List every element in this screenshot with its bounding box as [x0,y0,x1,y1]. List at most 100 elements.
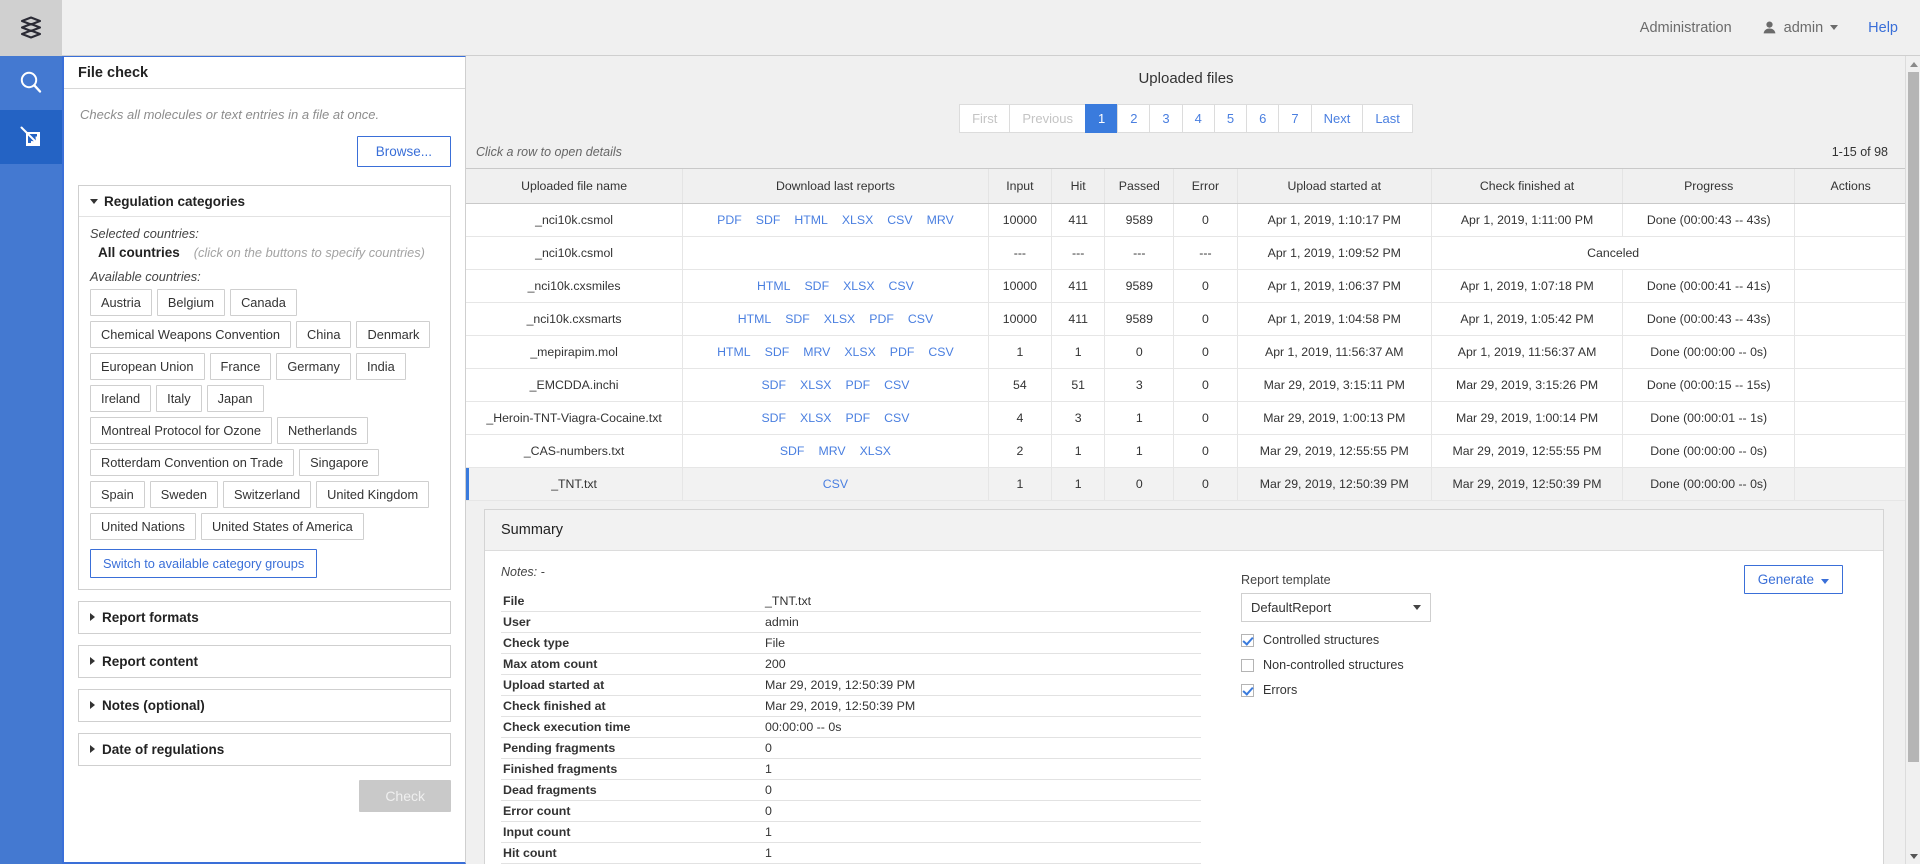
browse-button[interactable]: Browse... [357,136,451,167]
report-option-row[interactable]: Errors [1241,683,1867,697]
report-link[interactable]: SDF [761,411,786,425]
accordion-header-report-formats[interactable]: Report formats [79,602,450,633]
country-chip[interactable]: Italy [156,385,201,412]
column-header[interactable]: Passed [1105,169,1174,204]
sidebar-item-single-check[interactable] [0,56,62,110]
report-link[interactable]: XLSX [843,279,874,293]
country-chip[interactable]: United Kingdom [316,481,429,508]
country-chip[interactable]: Rotterdam Convention on Trade [90,449,294,476]
report-template-select[interactable]: DefaultReport [1241,593,1431,622]
table-row[interactable]: _Heroin-TNT-Viagra-Cocaine.txtSDFXLSXPDF… [466,402,1906,435]
report-link[interactable]: MRV [803,345,830,359]
report-link[interactable]: CSV [884,378,909,392]
table-row[interactable]: _EMCDDA.inchiSDFXLSXPDFCSV545130Mar 29, … [466,369,1906,402]
country-chip[interactable]: Spain [90,481,145,508]
column-header[interactable]: Hit [1052,169,1105,204]
country-chip[interactable]: China [296,321,351,348]
column-header[interactable]: Upload started at [1237,169,1431,204]
report-link[interactable]: XLSX [824,312,855,326]
pagination-last[interactable]: Last [1362,104,1413,133]
checkbox[interactable] [1241,634,1254,647]
table-row[interactable]: _CAS-numbers.txtSDFMRVXLSX2110Mar 29, 20… [466,435,1906,468]
column-header[interactable]: Error [1174,169,1237,204]
scroll-down-button[interactable] [1906,848,1920,864]
report-link[interactable]: HTML [738,312,771,326]
report-link[interactable]: XLSX [860,444,891,458]
report-link[interactable]: CSV [884,411,909,425]
column-header[interactable]: Check finished at [1432,169,1623,204]
country-chip[interactable]: United Nations [90,513,196,540]
pagination-page-6[interactable]: 6 [1246,104,1278,133]
country-chip[interactable]: Montreal Protocol for Ozone [90,417,272,444]
generate-button[interactable]: Generate [1744,565,1843,594]
report-link[interactable]: CSV [887,213,912,227]
check-button[interactable]: Check [359,780,451,812]
report-link[interactable]: SDF [804,279,829,293]
country-chip[interactable]: European Union [90,353,205,380]
checkbox[interactable] [1241,684,1254,697]
country-chip[interactable]: Chemical Weapons Convention [90,321,291,348]
pagination-page-3[interactable]: 3 [1149,104,1181,133]
column-header[interactable]: Uploaded file name [466,169,683,204]
scrollbar-thumb[interactable] [1908,72,1919,762]
report-link[interactable]: XLSX [844,345,875,359]
country-chip[interactable]: Singapore [299,449,379,476]
report-option-row[interactable]: Non-controlled structures [1241,658,1867,672]
report-link[interactable]: XLSX [842,213,873,227]
accordion-header-date-of-regulations[interactable]: Date of regulations [79,734,450,765]
table-row[interactable]: _nci10k.csmolPDFSDFHTMLXLSXCSVMRV1000041… [466,204,1906,237]
report-link[interactable]: MRV [927,213,954,227]
help-link[interactable]: Help [1868,20,1898,36]
report-link[interactable]: PDF [869,312,894,326]
pagination-page-1[interactable]: 1 [1085,104,1117,133]
report-link[interactable]: CSV [908,312,933,326]
checkbox[interactable] [1241,659,1254,672]
administration-link[interactable]: Administration [1640,20,1732,36]
table-row[interactable]: _nci10k.cxsmartsHTMLSDFXLSXPDFCSV1000041… [466,303,1906,336]
country-chip[interactable]: United States of America [201,513,364,540]
report-link[interactable]: SDF [761,378,786,392]
country-chip[interactable]: Japan [207,385,264,412]
country-chip[interactable]: Switzerland [223,481,311,508]
scroll-up-button[interactable] [1906,56,1920,72]
table-row[interactable]: _nci10k.csmol------------Apr 1, 2019, 1:… [466,237,1906,270]
report-link[interactable]: SDF [780,444,805,458]
report-link[interactable]: HTML [717,345,750,359]
report-link[interactable]: HTML [794,213,827,227]
pagination-next[interactable]: Next [1311,104,1363,133]
user-menu[interactable]: admin [1762,20,1839,36]
pagination-page-4[interactable]: 4 [1182,104,1214,133]
report-link[interactable]: PDF [846,411,871,425]
report-link[interactable]: PDF [890,345,915,359]
table-row[interactable]: _mepirapim.molHTMLSDFMRVXLSXPDFCSV1100Ap… [466,336,1906,369]
accordion-header-regulation-categories[interactable]: Regulation categories [79,186,450,217]
column-header[interactable]: Progress [1623,169,1795,204]
report-link[interactable]: SDF [765,345,790,359]
country-chip[interactable]: Belgium [157,289,225,316]
report-link[interactable]: HTML [757,279,790,293]
accordion-header-report-content[interactable]: Report content [79,646,450,677]
report-link[interactable]: CSV [823,477,848,491]
country-chip[interactable]: Austria [90,289,152,316]
country-chip[interactable]: France [210,353,272,380]
column-header[interactable]: Input [988,169,1051,204]
report-link[interactable]: XLSX [800,378,831,392]
table-row[interactable]: _nci10k.cxsmilesHTMLSDFXLSXCSV1000041195… [466,270,1906,303]
pagination-page-2[interactable]: 2 [1117,104,1149,133]
country-chip[interactable]: Sweden [150,481,218,508]
switch-category-groups-button[interactable]: Switch to available category groups [90,549,317,578]
country-chip[interactable]: Netherlands [277,417,368,444]
report-link[interactable]: PDF [846,378,871,392]
column-header[interactable]: Actions [1795,169,1906,204]
page-scrollbar[interactable] [1905,56,1920,864]
report-option-row[interactable]: Controlled structures [1241,633,1867,647]
country-chip[interactable]: Denmark [356,321,430,348]
report-link[interactable]: PDF [717,213,742,227]
report-link[interactable]: MRV [818,444,845,458]
sidebar-item-file-check[interactable] [0,110,62,164]
country-chip[interactable]: Canada [230,289,297,316]
report-link[interactable]: CSV [928,345,953,359]
report-link[interactable]: SDF [756,213,781,227]
pagination-page-7[interactable]: 7 [1278,104,1310,133]
country-chip[interactable]: Germany [276,353,351,380]
